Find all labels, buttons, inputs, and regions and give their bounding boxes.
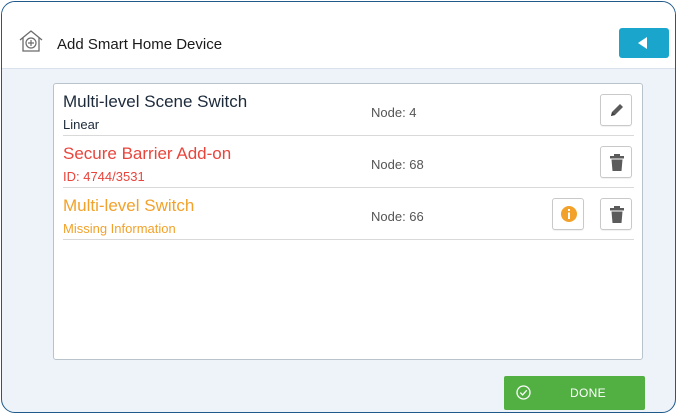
delete-button[interactable] <box>600 146 632 178</box>
triangle-left-icon <box>638 37 647 49</box>
back-button[interactable] <box>619 28 669 58</box>
device-name: Multi-level Scene Switch <box>63 92 248 111</box>
device-list: Multi-level Scene Switch Linear Node: 4 … <box>53 83 643 360</box>
home-plus-icon <box>18 29 44 53</box>
device-node: Node: 68 <box>371 157 424 172</box>
device-row[interactable]: Multi-level Switch Missing Information N… <box>63 188 634 240</box>
app-window: Add Smart Home Device Multi-level Scene … <box>1 1 676 413</box>
trash-icon <box>610 154 624 171</box>
device-node: Node: 4 <box>371 105 417 120</box>
done-button[interactable]: DONE <box>504 376 645 410</box>
check-circle-icon <box>516 385 531 405</box>
device-subtitle: ID: 4744/3531 <box>63 169 145 184</box>
pencil-icon <box>611 104 623 116</box>
device-row[interactable]: Secure Barrier Add-on ID: 4744/3531 Node… <box>63 136 634 188</box>
page-title: Add Smart Home Device <box>57 36 223 53</box>
info-icon <box>561 206 577 222</box>
delete-button[interactable] <box>600 198 632 230</box>
device-node: Node: 66 <box>371 209 424 224</box>
device-name: Secure Barrier Add-on <box>63 144 232 163</box>
header-bar: Add Smart Home Device <box>2 2 675 69</box>
device-row[interactable]: Multi-level Scene Switch Linear Node: 4 <box>63 84 634 136</box>
device-subtitle: Missing Information <box>63 221 176 236</box>
done-label: DONE <box>570 386 606 400</box>
info-button[interactable] <box>552 198 584 230</box>
edit-button[interactable] <box>600 94 632 126</box>
device-subtitle: Linear <box>63 117 100 132</box>
device-name: Multi-level Switch <box>63 196 195 215</box>
trash-icon <box>610 206 624 223</box>
